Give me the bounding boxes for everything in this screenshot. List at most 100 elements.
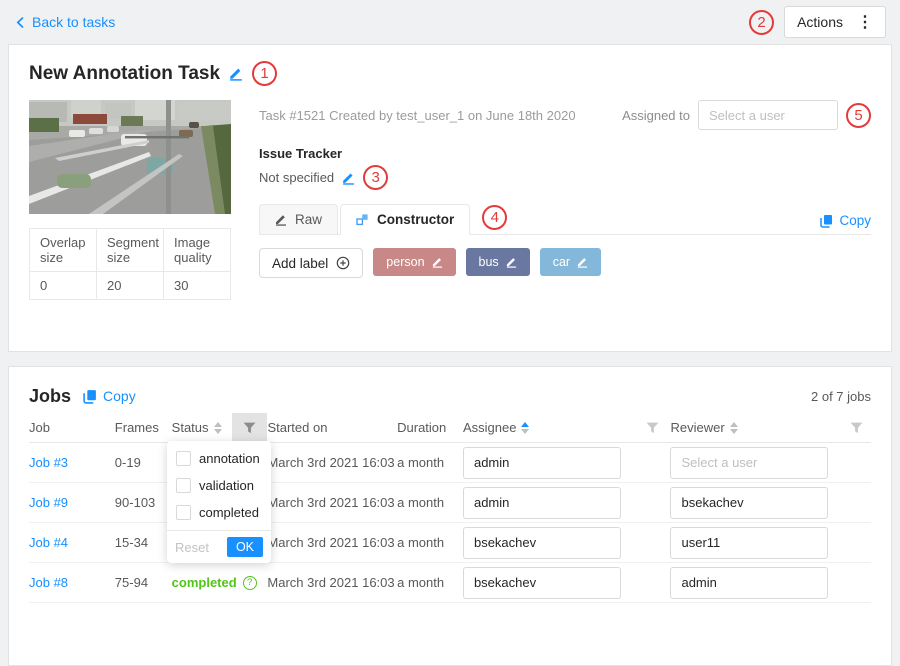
pencil-icon[interactable] [506, 256, 517, 268]
caret-sorter-icon[interactable] [521, 422, 529, 434]
job-frames: 90-103 [115, 495, 172, 510]
assigned-to-select[interactable] [698, 100, 838, 130]
tab-constructor[interactable]: Constructor [340, 204, 470, 235]
filter-reset-button[interactable]: Reset [175, 540, 209, 555]
label-constructor-area: Add label person bus [259, 235, 871, 331]
filter-option-completed[interactable]: completed [167, 499, 271, 526]
job-frames: 0-19 [115, 455, 172, 470]
funnel-icon [850, 422, 863, 434]
checkbox-icon[interactable] [176, 451, 191, 466]
task-details-card: New Annotation Task 1 [8, 44, 892, 352]
assignee-filter-button[interactable] [635, 413, 671, 442]
param-header-quality: Image quality [164, 229, 231, 272]
status-filter-button[interactable] [232, 413, 268, 442]
reviewer-select[interactable] [670, 487, 828, 519]
task-parameters-table: Overlap size Segment size Image quality … [29, 228, 231, 300]
reviewer-select[interactable] [670, 447, 828, 479]
task-meta-text: Task #1521 Created by test_user_1 on Jun… [259, 108, 576, 123]
chevron-left-icon [14, 16, 26, 29]
column-header-assignee[interactable]: Assignee [463, 413, 635, 442]
tab-raw-label: Raw [295, 212, 322, 227]
job-frames: 75-94 [115, 575, 172, 590]
job-link[interactable]: Job #4 [29, 535, 68, 550]
back-to-tasks-label: Back to tasks [32, 14, 115, 30]
job-row-8: Job #8 75-94 completed ? March 3rd 2021 … [29, 563, 871, 603]
job-duration: a month [397, 455, 463, 470]
jobs-count: 2 of 7 jobs [811, 389, 871, 404]
job-row-9: Job #9 90-103 March 3rd 2021 16:03 a mon… [29, 483, 871, 523]
label-tag-person[interactable]: person [373, 248, 455, 276]
caret-sorter-icon[interactable] [214, 422, 222, 434]
caret-sorter-icon[interactable] [730, 422, 738, 434]
checkbox-icon[interactable] [176, 505, 191, 520]
filter-option-annotation[interactable]: annotation [167, 445, 271, 472]
pencil-icon[interactable] [577, 256, 588, 268]
column-header-frames: Frames [115, 413, 172, 442]
job-status: completed ? [172, 575, 268, 590]
filter-ok-button[interactable]: OK [227, 537, 263, 557]
back-to-tasks-link[interactable]: Back to tasks [14, 14, 115, 30]
status-header-label: Status [172, 420, 209, 435]
labels-tab-bar: Raw Constructor 4 Copy [259, 204, 871, 235]
job-duration: a month [397, 575, 463, 590]
filter-option-label: completed [199, 505, 259, 520]
label-tag-bus[interactable]: bus [466, 248, 530, 276]
assignee-select[interactable] [463, 527, 621, 559]
param-value-segment: 20 [97, 272, 164, 300]
question-circle-icon[interactable]: ? [243, 576, 257, 590]
copy-jobs-button[interactable]: Copy [83, 388, 136, 404]
copy-labels-label: Copy [839, 213, 871, 228]
job-link[interactable]: Job #9 [29, 495, 68, 510]
label-tag-car[interactable]: car [540, 248, 601, 276]
jobs-title: Jobs [29, 386, 71, 407]
job-started-on: March 3rd 2021 16:03 [267, 455, 397, 470]
reviewer-select[interactable] [670, 567, 828, 599]
reviewer-select[interactable] [670, 527, 828, 559]
reviewer-filter-button[interactable] [841, 413, 871, 442]
assignee-select[interactable] [463, 487, 621, 519]
pencil-icon [275, 213, 287, 226]
assignee-header-label: Assignee [463, 420, 516, 435]
copy-icon [83, 389, 97, 404]
plus-circle-icon [336, 256, 350, 270]
status-filter-dropdown: annotation validation completed Reset OK [167, 441, 271, 563]
task-preview-image [29, 100, 231, 214]
add-label-button[interactable]: Add label [259, 248, 363, 278]
blocks-icon [356, 213, 369, 226]
filter-option-label: validation [199, 478, 254, 493]
annotation-marker-2: 2 [749, 10, 774, 35]
column-header-reviewer[interactable]: Reviewer [670, 413, 841, 442]
column-header-status[interactable]: Status [172, 413, 232, 442]
job-started-on: March 3rd 2021 16:03 [267, 495, 397, 510]
annotation-marker-3: 3 [363, 165, 388, 190]
job-link[interactable]: Job #8 [29, 575, 68, 590]
job-started-on: March 3rd 2021 16:03 [267, 535, 397, 550]
pencil-icon[interactable] [432, 256, 443, 268]
annotation-marker-5: 5 [846, 103, 871, 128]
filter-option-validation[interactable]: validation [167, 472, 271, 499]
label-tag-car-name: car [553, 255, 570, 269]
assignee-select[interactable] [463, 567, 621, 599]
tab-raw[interactable]: Raw [259, 204, 338, 235]
copy-icon [820, 214, 833, 228]
reviewer-header-label: Reviewer [670, 420, 724, 435]
column-header-job: Job [29, 413, 115, 442]
copy-labels-button[interactable]: Copy [820, 213, 871, 234]
actions-button[interactable]: Actions ⋮ [784, 6, 886, 38]
assignee-select[interactable] [463, 447, 621, 479]
job-link[interactable]: Job #3 [29, 455, 68, 470]
annotation-marker-4: 4 [482, 205, 507, 230]
jobs-table-header: Job Frames Status Started on Duration As… [29, 413, 871, 443]
param-value-quality: 30 [164, 272, 231, 300]
annotation-marker-1: 1 [252, 61, 277, 86]
funnel-icon [646, 422, 659, 434]
checkbox-icon[interactable] [176, 478, 191, 493]
jobs-table: Job Frames Status Started on Duration As… [29, 413, 871, 603]
add-label-text: Add label [272, 256, 328, 271]
param-value-overlap: 0 [30, 272, 97, 300]
edit-task-name-icon[interactable] [229, 66, 243, 81]
job-row-4: Job #4 15-34 March 3rd 2021 16:03 a mont… [29, 523, 871, 563]
copy-jobs-label: Copy [103, 388, 136, 404]
issue-tracker-label: Issue Tracker [259, 146, 871, 161]
edit-issue-tracker-icon[interactable] [342, 171, 355, 185]
